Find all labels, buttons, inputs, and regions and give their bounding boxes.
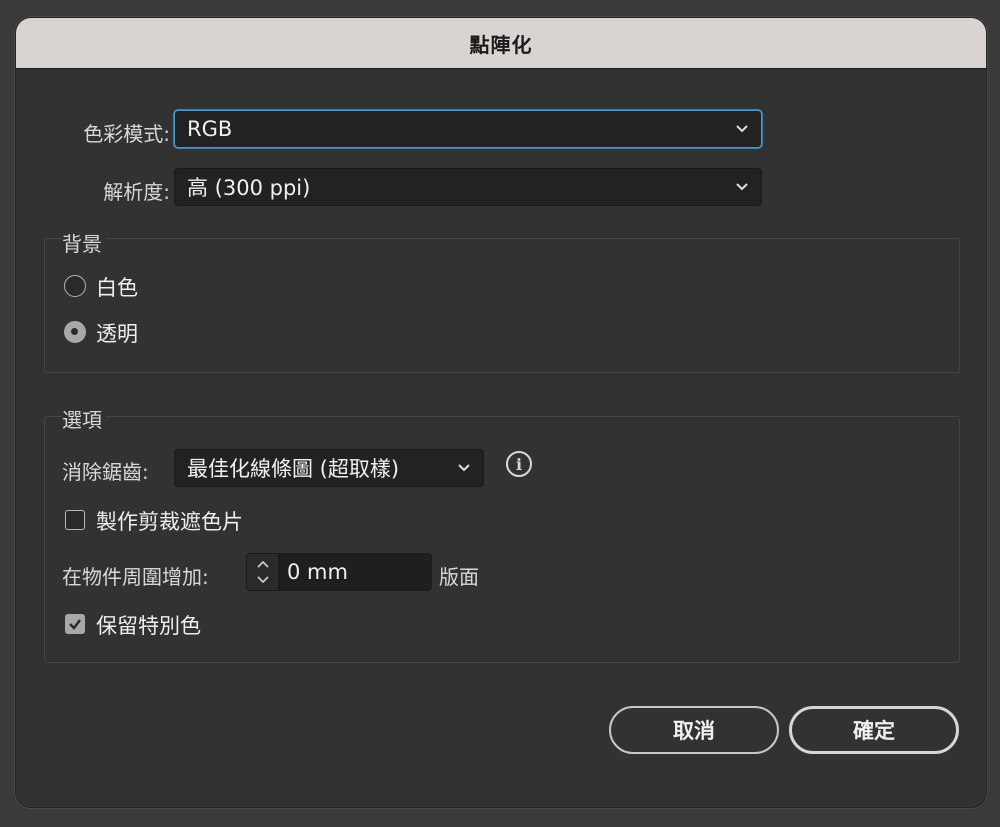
info-icon[interactable]: i xyxy=(506,451,532,477)
color-mode-label: 色彩模式: xyxy=(83,122,170,146)
chevron-down-icon xyxy=(736,125,748,133)
antialias-select[interactable]: 最佳化線條圖 (超取樣) xyxy=(174,449,484,487)
clipping-mask-label: 製作剪裁遮色片 xyxy=(96,510,243,534)
title-bar: 點陣化 xyxy=(16,18,986,69)
add-around-unit: 版面 xyxy=(439,565,479,589)
background-group-title: 背景 xyxy=(62,228,106,257)
add-around-input[interactable]: 0 mm xyxy=(279,553,432,591)
radio-white[interactable] xyxy=(64,275,86,297)
color-mode-value: RGB xyxy=(187,117,233,141)
options-group-title: 選項 xyxy=(62,404,106,433)
antialias-value: 最佳化線條圖 (超取樣) xyxy=(187,457,400,481)
add-around-stepper[interactable] xyxy=(246,553,279,591)
clipping-mask-checkbox[interactable] xyxy=(65,510,85,530)
radio-white-label: 白色 xyxy=(96,276,138,300)
checkmark-icon xyxy=(69,619,81,630)
chevron-down-icon[interactable] xyxy=(256,575,270,585)
radio-transparent[interactable] xyxy=(64,321,86,343)
cancel-button[interactable]: 取消 xyxy=(609,706,779,754)
add-around-label: 在物件周圍增加: xyxy=(62,565,209,589)
resolution-label: 解析度: xyxy=(103,180,170,204)
antialias-label: 消除鋸齒: xyxy=(62,460,149,484)
chevron-down-icon xyxy=(458,464,470,472)
radio-transparent-label: 透明 xyxy=(96,322,138,346)
resolution-value: 高 (300 ppi) xyxy=(187,176,311,200)
rasterize-dialog: 點陣化 色彩模式: RGB 解析度: 高 (300 ppi) 背景 白色 透明 … xyxy=(15,17,987,808)
ok-button[interactable]: 確定 xyxy=(789,706,959,754)
preserve-spot-checkbox[interactable] xyxy=(65,614,85,634)
chevron-down-icon xyxy=(736,183,748,191)
resolution-select[interactable]: 高 (300 ppi) xyxy=(174,168,762,206)
background-group xyxy=(44,238,960,373)
dialog-title: 點陣化 xyxy=(469,32,533,57)
preserve-spot-label: 保留特別色 xyxy=(96,614,201,638)
chevron-up-icon[interactable] xyxy=(256,559,270,569)
color-mode-select[interactable]: RGB xyxy=(174,110,762,148)
